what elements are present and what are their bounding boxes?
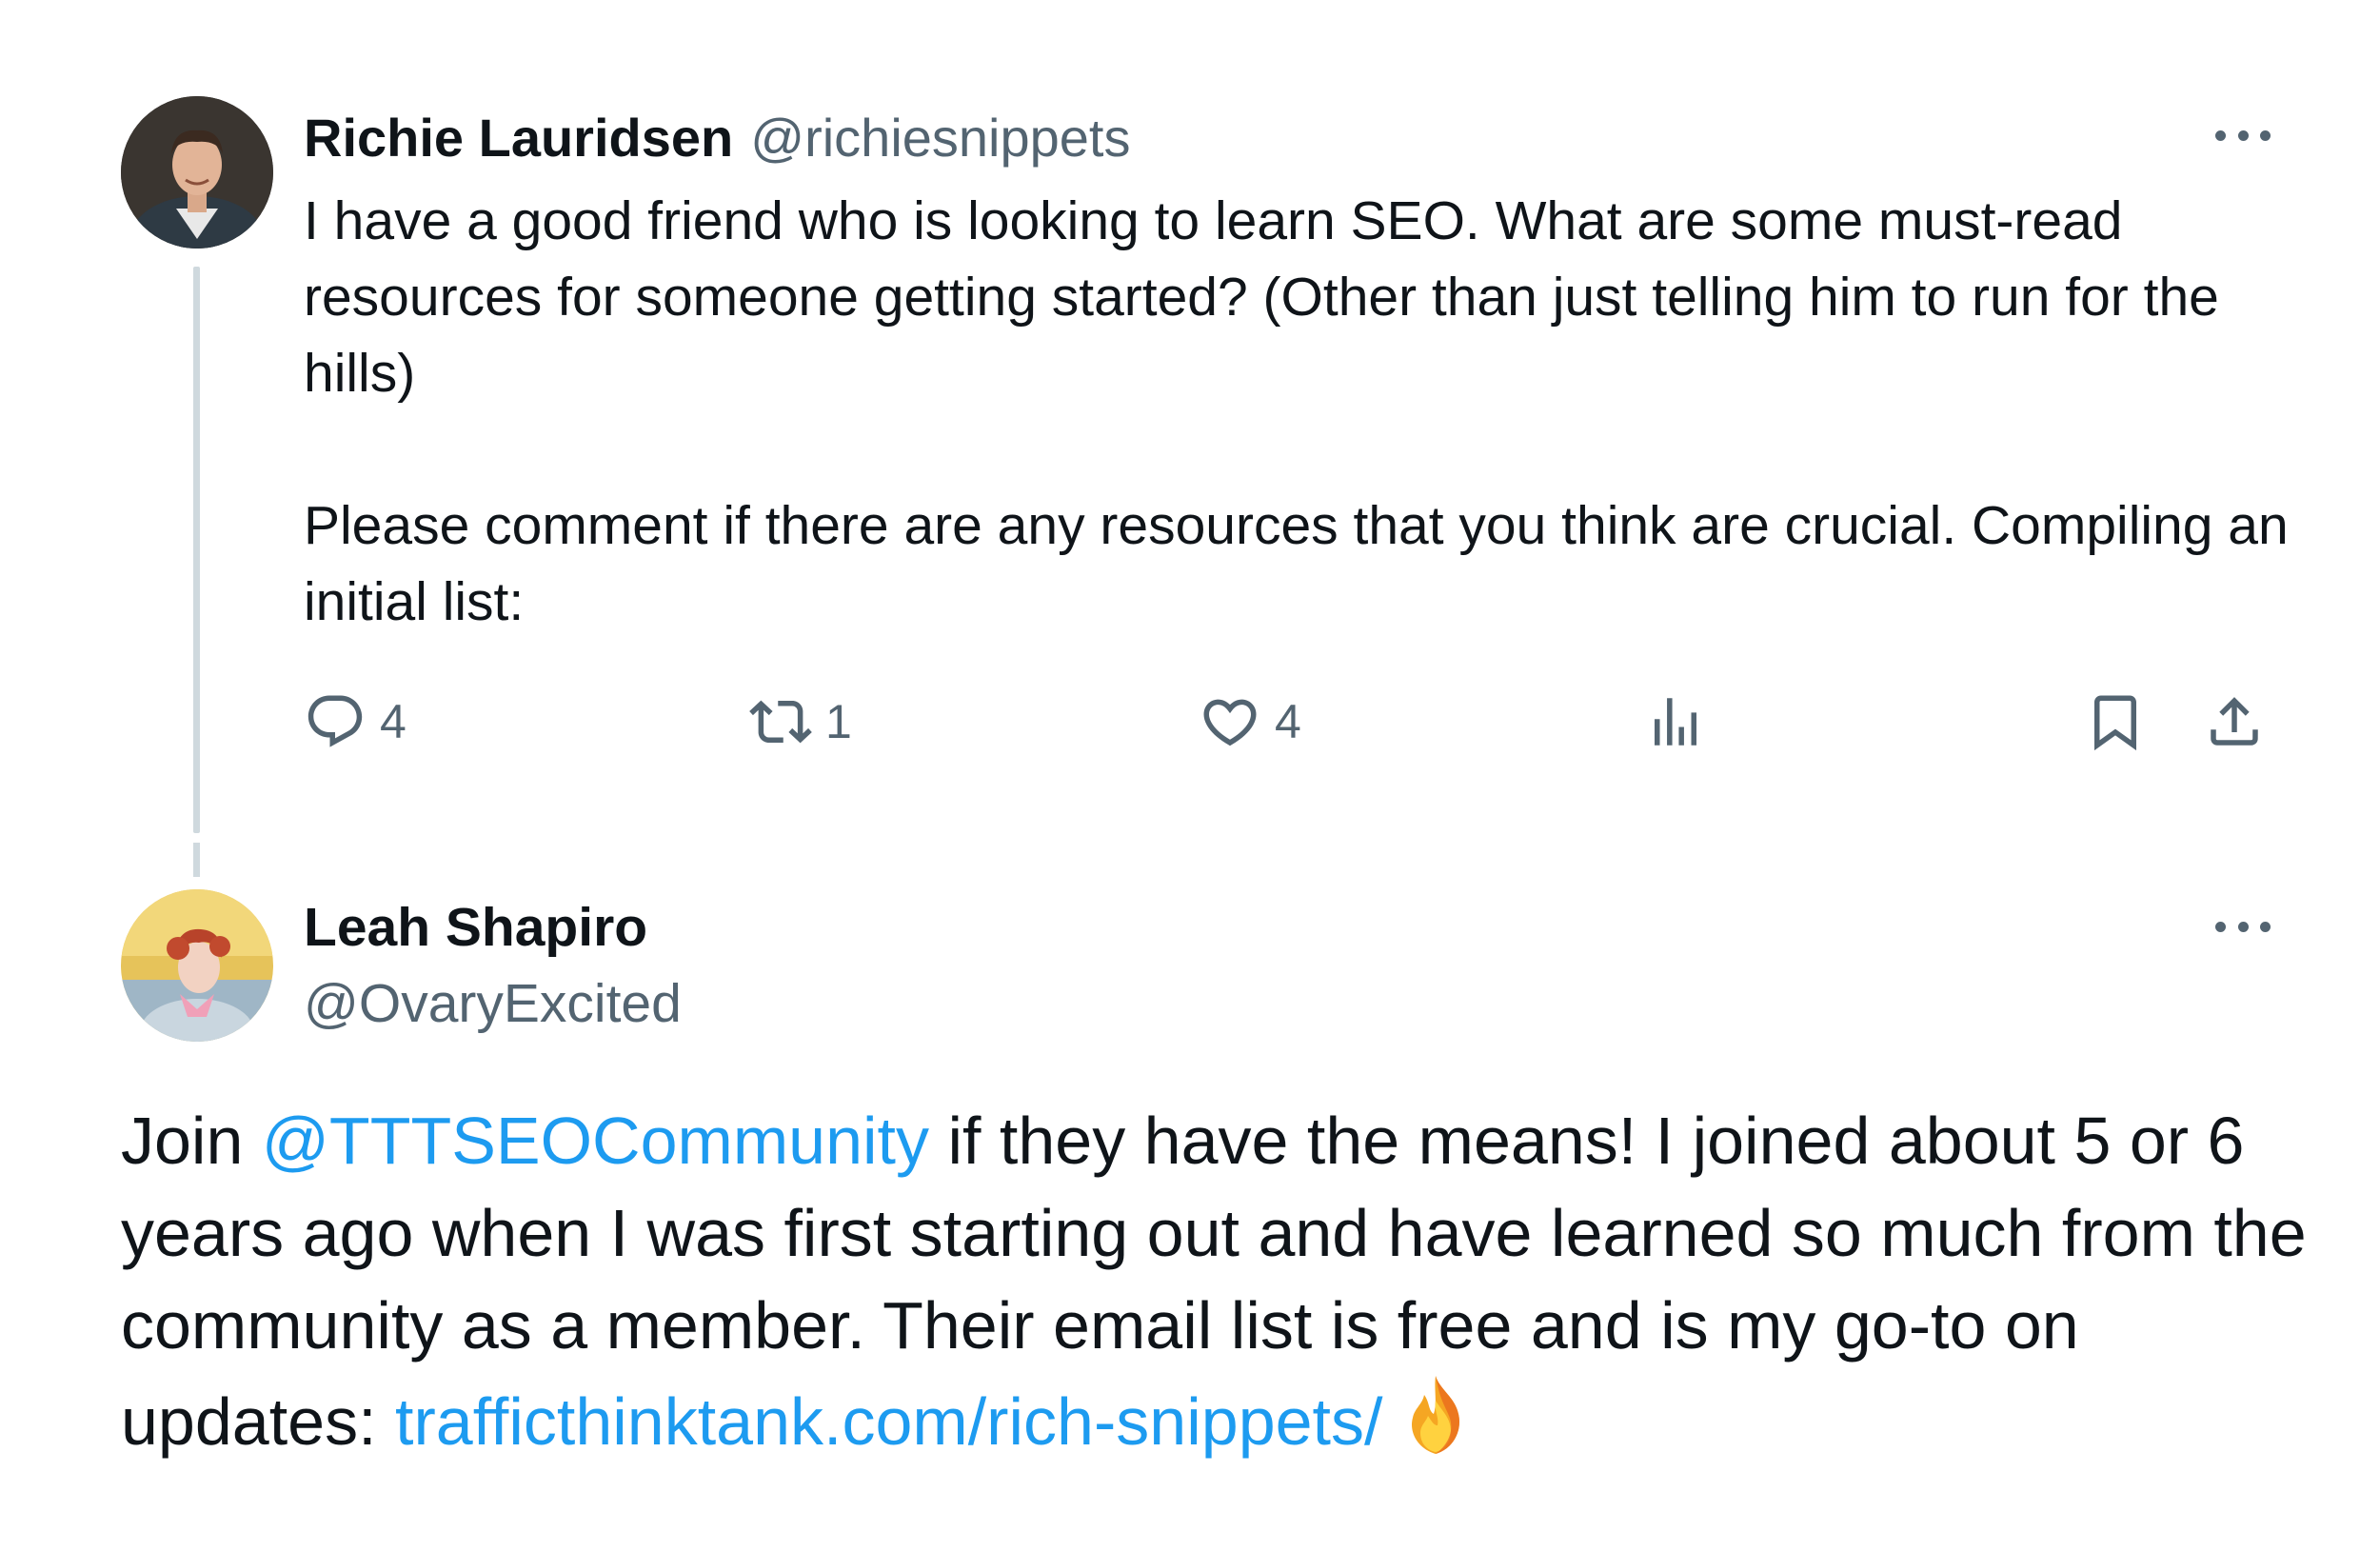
repost-count: 1 <box>825 695 852 748</box>
more-icon[interactable] <box>2210 909 2276 944</box>
reply-button[interactable]: 4 <box>304 684 407 760</box>
repost-button[interactable]: 1 <box>749 684 852 760</box>
like-count: 4 <box>1275 695 1301 748</box>
avatar-richie[interactable] <box>121 96 273 249</box>
reply-icon <box>307 695 363 747</box>
tweet-actions: 4 1 4 <box>304 684 2284 760</box>
more-icon[interactable] <box>2210 118 2276 152</box>
reply-author-handle[interactable]: @OvaryExcited <box>304 969 682 1038</box>
tweet-text: I have a good friend who is looking to l… <box>304 190 2289 632</box>
share-button[interactable] <box>2203 684 2266 760</box>
like-button[interactable]: 4 <box>1199 684 1301 760</box>
reply-text-intro: Join <box>121 1104 262 1178</box>
bookmark-button[interactable] <box>2084 684 2147 760</box>
tweet-header: Richie Lauridsen @richiesnippets <box>304 103 1130 171</box>
like-icon <box>1203 699 1257 746</box>
tweet-thread: Richie Lauridsen @richiesnippets I have … <box>0 0 2380 1552</box>
thread-connector-tick <box>193 843 200 877</box>
share-icon <box>2211 697 2258 746</box>
avatar-leah[interactable] <box>121 889 273 1042</box>
url-link[interactable]: trafficthinktank.com/rich-snippets/ <box>395 1384 1382 1459</box>
reply-author-name[interactable]: Leah Shapiro <box>304 893 647 962</box>
author-name[interactable]: Richie Lauridsen <box>304 107 733 169</box>
author-handle[interactable]: @richiesnippets <box>750 107 1130 169</box>
repost-icon <box>749 700 812 744</box>
mention-link[interactable]: @TTTSEOCommunity <box>262 1104 929 1178</box>
fire-icon <box>1412 1376 1460 1454</box>
thread-connector-line <box>193 267 200 833</box>
bookmark-icon <box>2094 695 2136 751</box>
reply-count: 4 <box>380 695 407 748</box>
views-icon <box>1655 698 1696 746</box>
views-button[interactable] <box>1644 684 1707 760</box>
reply-text: Join @TTTSEOCommunity if they have the m… <box>121 1095 2311 1468</box>
